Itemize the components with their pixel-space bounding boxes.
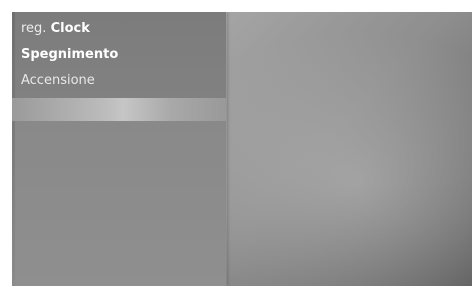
tv-screen: reg. Clock Spegnimento Accensione [12,12,472,286]
selection-highlight-bar[interactable] [12,98,226,121]
osd-menu-panel: reg. Clock Spegnimento Accensione [12,12,226,286]
panel-edge [12,12,15,286]
menu-item-clock[interactable]: reg. Clock [21,18,90,40]
menu-item-clock-prefix: reg. [21,21,47,36]
menu-item-spegnimento[interactable]: Spegnimento [21,44,118,66]
menu-item-accensione[interactable]: Accensione [21,70,95,92]
menu-item-clock-label: Clock [50,21,90,36]
